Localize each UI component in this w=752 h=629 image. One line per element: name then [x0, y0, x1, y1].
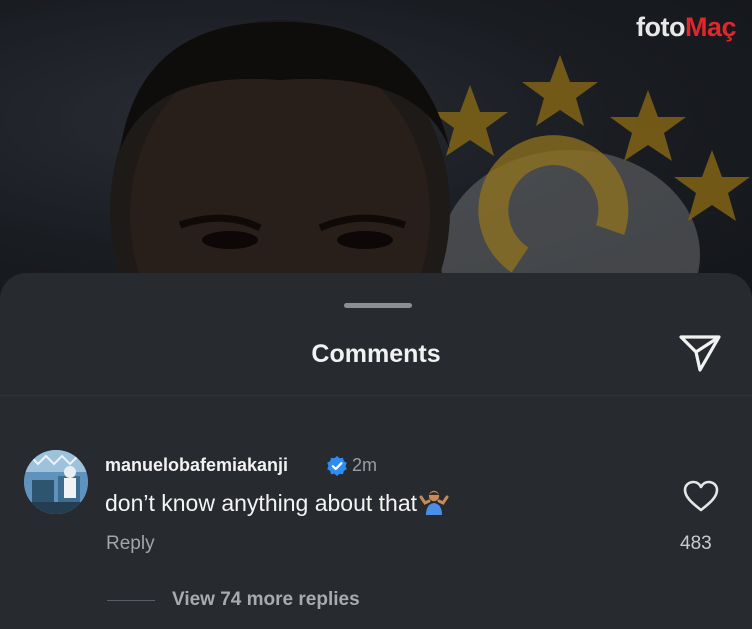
drag-handle[interactable] — [344, 303, 412, 308]
watermark-main-text: foto — [636, 12, 685, 42]
comment-item: manuelobafemiakanji 2m don’t know anythi… — [0, 443, 752, 563]
view-more-replies-button[interactable]: View 74 more replies — [172, 589, 360, 611]
replies-connector-line — [107, 600, 155, 601]
reply-button[interactable]: Reply — [106, 533, 155, 555]
heart-icon[interactable] — [682, 479, 720, 513]
send-icon[interactable] — [678, 333, 722, 373]
comment-text-row: don’t know anything about that — [105, 489, 449, 517]
avatar[interactable] — [24, 450, 88, 514]
sheet-title: Comments — [311, 340, 441, 368]
watermark-accent-text: Maç — [684, 12, 737, 42]
verified-badge-icon — [327, 456, 347, 476]
background-photo: fotoMaç — [0, 0, 752, 300]
person-shrugging-emoji-icon — [419, 490, 449, 515]
header-divider — [0, 395, 752, 396]
like-count: 483 — [680, 533, 712, 554]
watermark-logo: fotoMaç — [636, 12, 737, 43]
screen: fotoMaç Comments manuelobafemiakanji 2m … — [0, 0, 752, 629]
comment-text: don’t know anything about that — [105, 490, 418, 516]
comments-sheet: Comments manuelobafemiakanji 2m don’t kn… — [0, 273, 752, 629]
comment-timestamp: 2m — [352, 455, 378, 475]
comment-username[interactable]: manuelobafemiakanji — [105, 455, 288, 476]
